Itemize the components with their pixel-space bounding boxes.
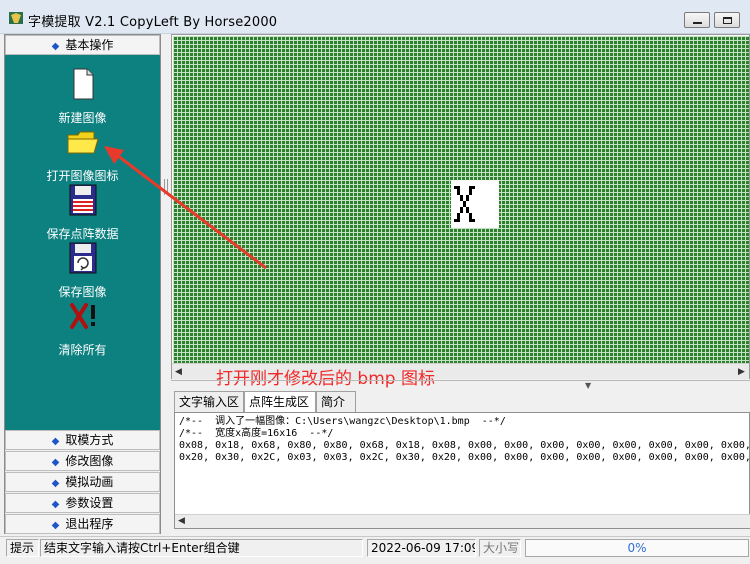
horizontal-splitter[interactable]: ▼	[171, 380, 750, 390]
maximize-button[interactable]	[714, 12, 740, 28]
category-mold-mode[interactable]: ◆ 取模方式	[5, 430, 160, 450]
save-data-icon	[69, 184, 96, 216]
scroll-left-icon[interactable]: ◀	[175, 367, 182, 377]
output-line: 0x20, 0x30, 0x2C, 0x03, 0x03, 0x2C, 0x30…	[179, 452, 750, 463]
tab-matrix-output[interactable]: 点阵生成区	[244, 391, 316, 413]
clear-all-icon	[69, 303, 95, 329]
glyph-preview	[451, 180, 499, 228]
save-matrix-data-button[interactable]: 保存点阵数据	[5, 183, 160, 242]
tool-label: 打开图像图标	[46, 169, 119, 183]
open-folder-icon	[67, 131, 99, 154]
category-exit[interactable]: ◆ 退出程序	[5, 514, 160, 534]
tool-label: 清除所有	[58, 343, 107, 357]
window-title: 字模提取 V2.1 CopyLeft By Horse2000	[28, 15, 278, 30]
diamond-icon: ◆	[51, 520, 60, 531]
diamond-icon: ◆	[51, 41, 60, 52]
clear-all-button[interactable]: 清除所有	[5, 299, 160, 358]
category-label: 取模方式	[65, 433, 114, 447]
tool-label: 保存图像	[58, 285, 107, 299]
status-message: 结束文字输入请按Ctrl+Enter组合键	[40, 539, 363, 557]
category-basic-ops[interactable]: ◆ 基本操作	[5, 35, 160, 55]
title-bar: 字模提取 V2.1 CopyLeft By Horse2000	[0, 0, 750, 34]
vertical-splitter[interactable]	[161, 34, 171, 534]
splitter-grip[interactable]	[164, 179, 168, 195]
output-textarea[interactable]: /*-- 调入了一幅图像：C:\Users\wangzc\Desktop\1.b…	[174, 412, 750, 529]
save-image-icon	[69, 242, 96, 274]
diamond-icon: ◆	[51, 436, 60, 447]
status-progress: 0%	[525, 539, 749, 557]
app-icon	[9, 12, 23, 24]
splitter-arrow-icon: ▼	[585, 381, 592, 390]
pixel-canvas-panel: ◀ ▶	[171, 34, 750, 379]
category-label: 模拟动画	[65, 475, 114, 489]
category-label: 参数设置	[65, 496, 114, 510]
pixel-grid[interactable]	[173, 36, 749, 363]
status-bar: 提示 结束文字输入请按Ctrl+Enter组合键 2022-06-09 17:0…	[0, 536, 750, 564]
category-label: 修改图像	[65, 454, 114, 468]
tool-panel: ◆ 基本操作 新建图像 打开图像图标 保存点阵数据 保存图像 清除所有 ◆ 取模…	[4, 34, 161, 534]
category-simulate-animation[interactable]: ◆ 模拟动画	[5, 472, 160, 492]
output-line: 0x08, 0x18, 0x68, 0x80, 0x80, 0x68, 0x18…	[179, 440, 750, 451]
diamond-icon: ◆	[51, 499, 60, 510]
category-edit-image[interactable]: ◆ 修改图像	[5, 451, 160, 471]
diamond-icon: ◆	[51, 457, 60, 468]
output-line: /*-- 调入了一幅图像：C:\Users\wangzc\Desktop\1.b…	[179, 416, 506, 427]
category-label: 基本操作	[65, 38, 114, 52]
status-datetime: 2022-06-09 17:09:48	[367, 539, 476, 557]
tool-label: 新建图像	[58, 111, 107, 125]
output-line: /*-- 宽度x高度=16x16 --*/	[179, 428, 334, 439]
status-caps: 大小写	[479, 539, 521, 557]
new-file-icon	[73, 68, 93, 100]
open-image-icon-button[interactable]: 打开图像图标	[5, 125, 160, 184]
diamond-icon: ◆	[51, 478, 60, 489]
save-image-button[interactable]: 保存图像	[5, 241, 160, 300]
tab-about[interactable]: 简介	[316, 391, 356, 412]
scroll-right-icon[interactable]: ▶	[738, 367, 745, 377]
status-hint-label: 提示	[6, 539, 39, 557]
category-settings[interactable]: ◆ 参数设置	[5, 493, 160, 513]
minimize-button[interactable]	[684, 12, 710, 28]
scroll-left-icon[interactable]: ◀	[178, 516, 185, 526]
category-label: 退出程序	[65, 517, 114, 531]
tool-list: 新建图像 打开图像图标 保存点阵数据 保存图像 清除所有	[5, 55, 160, 430]
output-horizontal-scrollbar[interactable]: ◀	[175, 514, 750, 528]
tab-text-input[interactable]: 文字输入区	[174, 391, 244, 412]
tool-label: 保存点阵数据	[46, 227, 119, 241]
new-image-button[interactable]: 新建图像	[5, 67, 160, 126]
progress-text: 0%	[627, 541, 647, 555]
